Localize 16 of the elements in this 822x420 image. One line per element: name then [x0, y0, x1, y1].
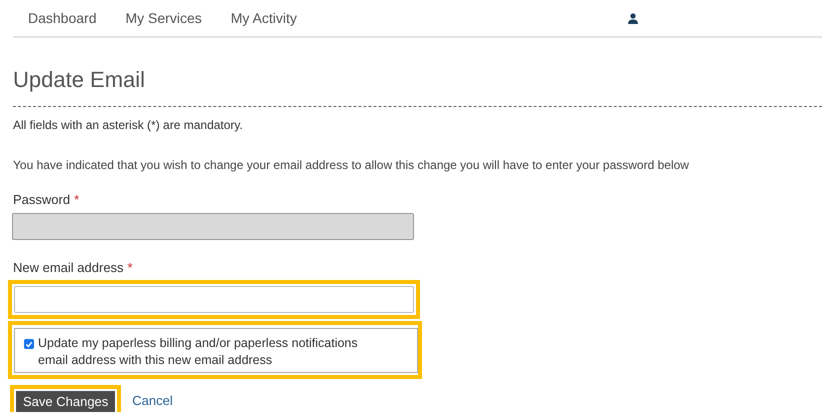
nav-link[interactable]: My Activity — [230, 10, 297, 26]
nav-link[interactable]: Dashboard — [28, 10, 96, 26]
nav-link[interactable]: My Services — [126, 10, 202, 26]
required-mark: * — [74, 192, 80, 207]
checkbox[interactable] — [24, 339, 34, 349]
save-button[interactable]: Save Changes — [16, 391, 116, 412]
mandatory-note: All fields with an asterisk (*) are mandatory. — [13, 118, 244, 132]
input-field[interactable] — [14, 286, 414, 313]
required-mark: * — [128, 260, 133, 275]
checkbox-label: Update my paperless billing and/or paperless notifications email address with this new email address — [38, 335, 359, 369]
field-label: Password — [13, 192, 70, 207]
intro-text: You have indicated that you wish to change your email address to allow this change you will have to enter your password below — [13, 158, 690, 172]
page-title: Update Email — [13, 67, 146, 93]
cancel-link[interactable]: Cancel — [132, 393, 173, 408]
user-icon[interactable] — [628, 12, 638, 24]
field-label: New email address — [13, 260, 124, 275]
